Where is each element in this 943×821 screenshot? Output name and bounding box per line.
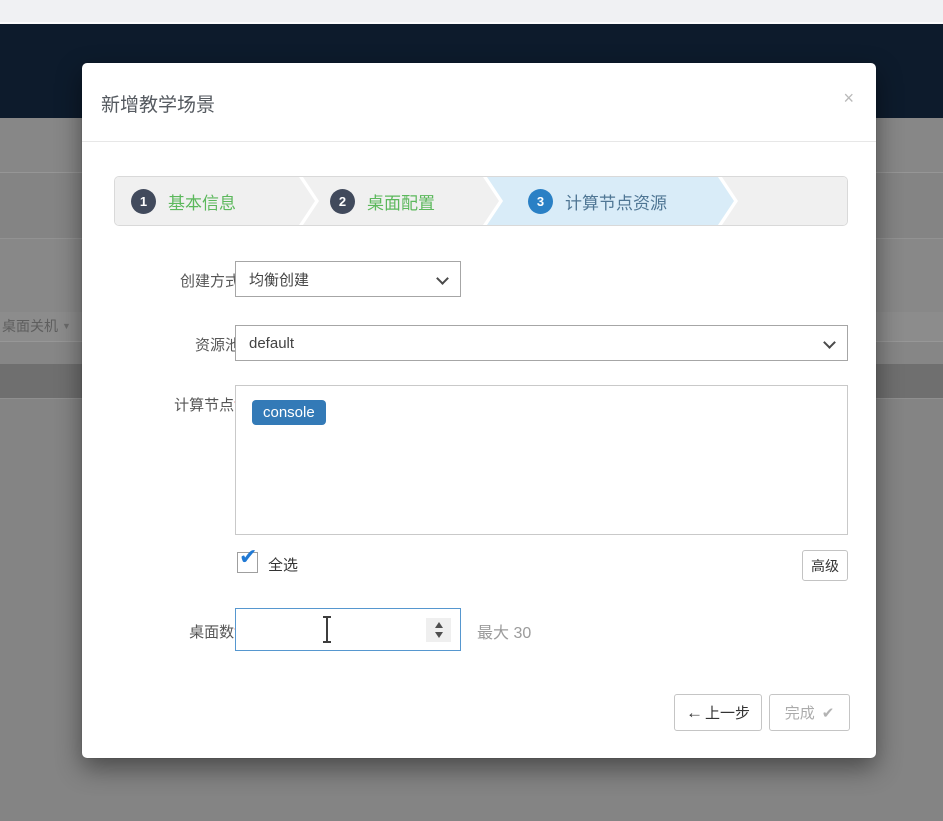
- advanced-button[interactable]: 高级: [802, 550, 848, 581]
- screen: 桌面关机 ▼ 新增教学场景 × 1 基本信息 2 桌面配置 3 计算节点资源: [0, 0, 943, 821]
- create-mode-label: 创建方式: [100, 270, 240, 291]
- desktop-count-field: [235, 608, 461, 651]
- finish-label: 完成: [785, 702, 815, 723]
- desktop-count-label-text: 桌面数: [189, 624, 234, 641]
- select-all-checkbox[interactable]: ✔: [237, 552, 258, 573]
- browser-strip: [0, 0, 943, 22]
- step-1-badge: 1: [131, 189, 156, 214]
- text-cursor-bar: [326, 617, 328, 642]
- spinner-down-icon[interactable]: [435, 632, 443, 638]
- modal-title: 新增教学场景: [101, 90, 215, 117]
- arrow-left-icon: ←: [686, 703, 703, 723]
- step-3-badge: 3: [528, 189, 553, 214]
- check-icon: ✔: [239, 546, 257, 568]
- chevron-down-icon: [823, 336, 836, 349]
- add-teaching-scenario-modal: 新增教学场景 × 1 基本信息 2 桌面配置 3 计算节点资源 创建方式 均衡创…: [82, 63, 876, 758]
- finish-button[interactable]: 完成 ✔: [769, 694, 850, 731]
- create-mode-select[interactable]: 均衡创建: [235, 261, 461, 297]
- wizard-stepper: 1 基本信息 2 桌面配置 3 计算节点资源: [114, 176, 848, 226]
- resource-pool-select[interactable]: default: [235, 325, 848, 361]
- modal-header: 新增教学场景 ×: [82, 63, 876, 142]
- text-cursor-pointer: [322, 616, 332, 643]
- previous-step-label: 上一步: [705, 702, 750, 723]
- compute-node-label-text: 计算节点: [174, 397, 234, 414]
- create-mode-value: 均衡创建: [249, 269, 309, 290]
- step-compute-node-resources[interactable]: 3 计算节点资源: [487, 177, 734, 225]
- select-all-label: 全选: [268, 554, 298, 575]
- resource-pool-label-text: 资源池: [195, 337, 240, 354]
- step-basic-info[interactable]: 1 基本信息: [115, 177, 315, 225]
- resource-pool-label: 资源池: [100, 334, 240, 355]
- create-mode-label-text: 创建方式: [180, 273, 240, 290]
- compute-node-list[interactable]: console: [235, 385, 848, 535]
- compute-node-label: 计算节点*: [100, 394, 240, 415]
- desktop-count-hint: 最大 30: [477, 619, 531, 643]
- chevron-down-icon: [436, 272, 449, 285]
- check-icon: ✔: [822, 704, 835, 722]
- close-icon[interactable]: ×: [843, 89, 854, 107]
- step-2-label: 桌面配置: [367, 189, 435, 214]
- step-desktop-config[interactable]: 2 桌面配置: [303, 177, 499, 225]
- node-tag-console[interactable]: console: [252, 400, 326, 425]
- step-2-badge: 2: [330, 189, 355, 214]
- number-spinner[interactable]: [426, 618, 451, 642]
- step-1-label: 基本信息: [168, 189, 236, 214]
- resource-pool-value: default: [249, 335, 294, 352]
- caret-down-icon: ▼: [62, 321, 71, 331]
- previous-step-button[interactable]: ← 上一步: [674, 694, 762, 731]
- desktop-count-label: 桌面数*: [100, 621, 240, 642]
- spinner-up-icon[interactable]: [435, 622, 443, 628]
- desktop-shutdown-dropdown[interactable]: 桌面关机 ▼: [2, 316, 71, 336]
- step-3-label: 计算节点资源: [565, 189, 667, 214]
- stepper-filler: [722, 177, 848, 225]
- desktop-shutdown-label: 桌面关机: [2, 318, 58, 334]
